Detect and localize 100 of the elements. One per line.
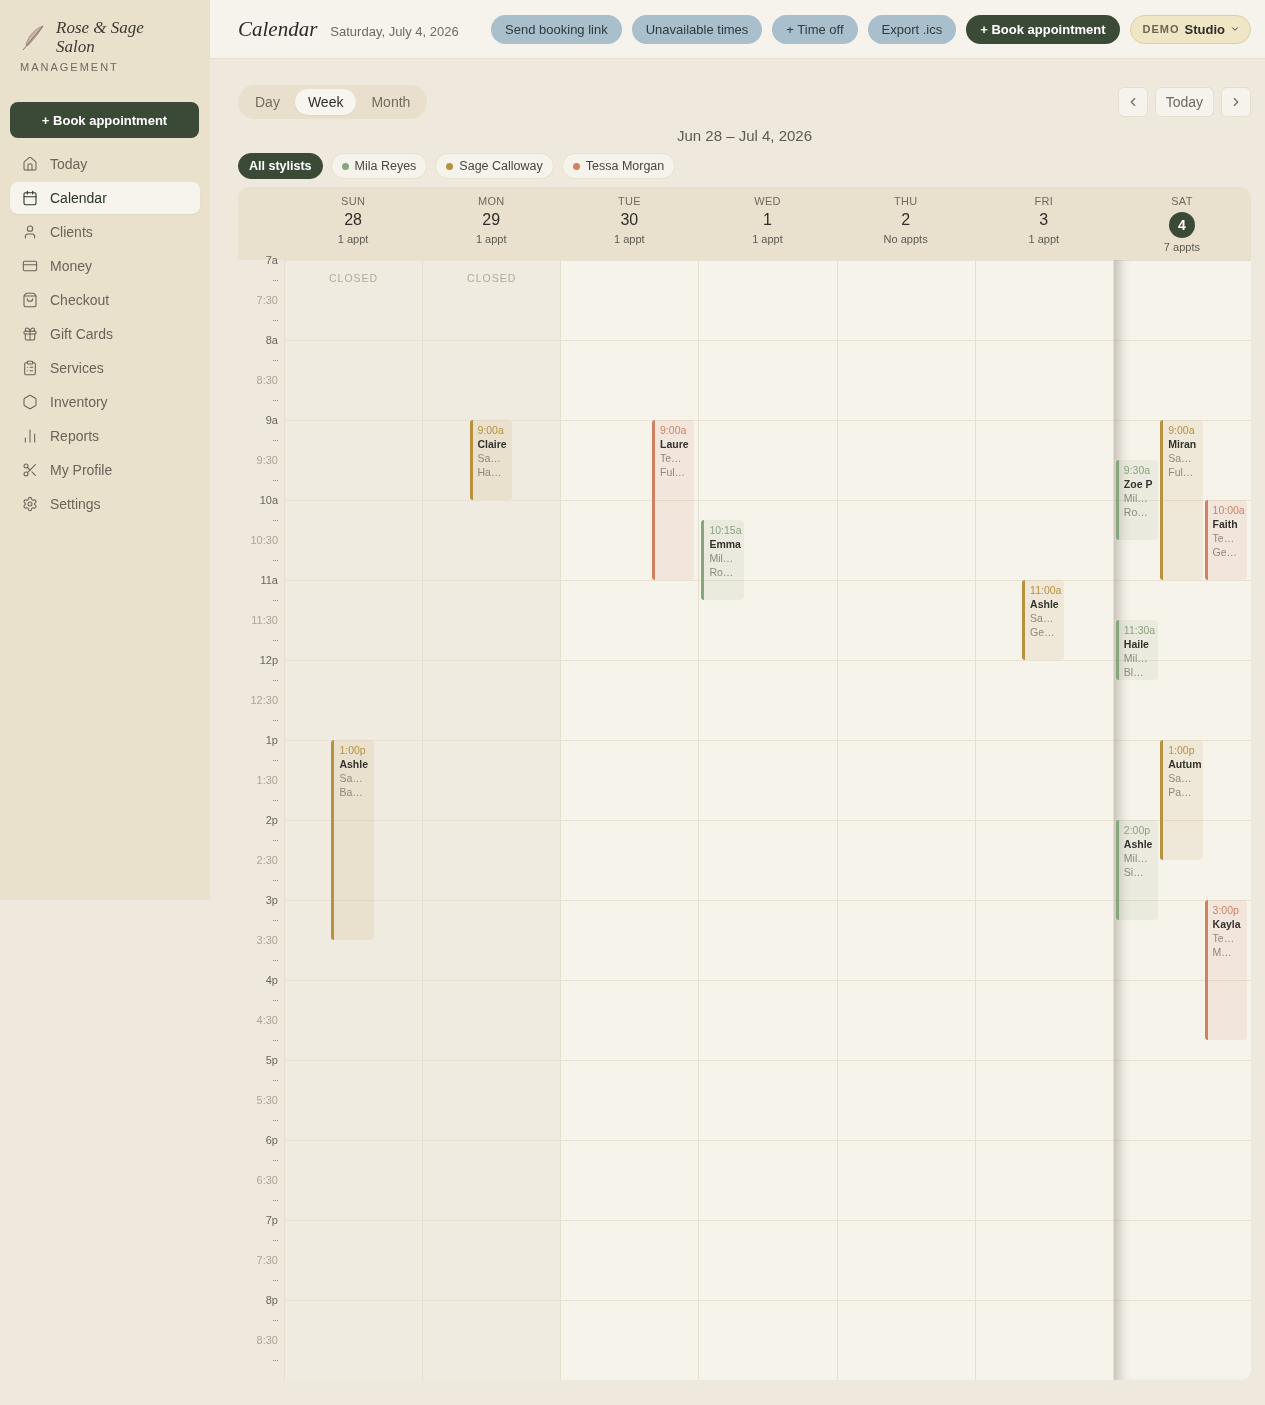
appointment-card[interactable]: 2:00p Ashle Mil… Si… <box>1115 820 1159 920</box>
appointment-card[interactable]: 1:00p Ashle Sa… Ba… <box>331 740 374 940</box>
nav-item[interactable]: Gift Cards <box>10 318 200 350</box>
next-button[interactable] <box>1221 87 1251 117</box>
time-label: 3p <box>265 893 278 908</box>
service-name: Ge… <box>1212 545 1238 559</box>
toolbar-button[interactable]: Send booking link <box>491 14 622 44</box>
weekday-label: THU <box>893 195 918 208</box>
studio-switcher[interactable]: DEMO Studio <box>1129 14 1251 44</box>
stylist-name: Sa… <box>1168 771 1192 785</box>
view-tab[interactable]: Day <box>242 89 293 115</box>
date-number: 30 <box>620 210 639 230</box>
stylist-name: Te… <box>1212 931 1235 945</box>
time-label: 3:30 <box>256 933 278 948</box>
date-range-title: Jun 28 – Jul 4, 2026 <box>676 127 813 145</box>
book-appointment-button[interactable]: + Book appointment <box>10 102 199 138</box>
toolbar-button[interactable]: + Time off <box>772 14 858 44</box>
appointment-card[interactable]: 11:00a Ashle Sa… Ge… <box>1022 580 1065 660</box>
book-appointment-button[interactable]: + Book appointment <box>966 14 1120 44</box>
time-label: 9:30 <box>256 453 278 468</box>
appointment-card[interactable]: 9:00a Miran Sa… Ful… <box>1160 420 1203 580</box>
appointment-card[interactable]: 11:30a Haile Mil… Bl… <box>1115 620 1159 680</box>
closed-label: CLOSED <box>467 272 517 285</box>
appointment-time: 9:00a <box>660 423 687 437</box>
quarter-tick <box>273 679 278 681</box>
quarter-tick <box>273 1159 278 1161</box>
nav-item[interactable]: Checkout <box>10 284 200 316</box>
appointment-time: 10:15a <box>709 523 742 537</box>
toolbar-button[interactable]: Export .ics <box>867 14 957 44</box>
weekday-label: WED <box>754 195 781 208</box>
stylist-filter-chip[interactable]: All stylists <box>238 153 323 179</box>
service-name: Ro… <box>709 565 734 579</box>
service-name: Ro… <box>1123 505 1148 519</box>
appointment-card[interactable]: 10:15a Emma Mil… Ro… <box>701 520 744 600</box>
date-number: 3 <box>1039 210 1049 230</box>
appointment-count: 1 appt <box>614 232 645 246</box>
nav-item[interactable]: My Profile <box>10 454 200 486</box>
time-label: 6:30 <box>256 1173 278 1188</box>
time-label: 1:30 <box>256 773 278 788</box>
appointment-count: 1 appt <box>337 232 369 246</box>
date-number: 2 <box>901 210 911 230</box>
caret-icon <box>1230 24 1240 34</box>
quarter-tick <box>273 759 278 761</box>
time-label: 5p <box>265 1053 278 1068</box>
nav-item[interactable]: Today <box>10 148 200 180</box>
stylist-name: Sa… <box>1030 611 1054 625</box>
appointment-card[interactable]: 9:30a Zoe P Mil… Ro… <box>1115 460 1159 540</box>
stylist-name: Sa… <box>339 771 363 785</box>
page-title: Calendar <box>238 16 318 42</box>
nav-item[interactable]: Inventory <box>10 386 200 418</box>
service-name: M… <box>1212 945 1232 959</box>
nav-item[interactable]: Clients <box>10 216 200 248</box>
appointment-card[interactable]: 9:00a Claire Sa… Ha… <box>469 420 512 500</box>
service-name: Pa… <box>1168 785 1192 799</box>
quarter-tick <box>273 1119 278 1121</box>
nav-item[interactable]: Reports <box>10 420 200 452</box>
stylist-filter-chip[interactable]: Sage Calloway <box>435 153 554 179</box>
appointment-card[interactable]: 3:00p Kayla Te… M… <box>1204 900 1247 1040</box>
nav-item[interactable]: Settings <box>10 488 200 520</box>
client-name: Zoe P <box>1123 477 1153 491</box>
quarter-tick <box>273 399 278 401</box>
appointment-time: 11:00a <box>1030 583 1062 597</box>
quarter-tick <box>273 1079 278 1081</box>
nav-item[interactable]: Calendar <box>10 182 200 214</box>
appointment-card[interactable]: 10:00a Faith Te… Ge… <box>1204 500 1247 580</box>
appointment-time: 1:00p <box>1168 743 1195 757</box>
time-label: 2p <box>265 813 278 828</box>
appointment-time: 9:30a <box>1123 463 1151 477</box>
today-button[interactable]: Today <box>1154 87 1214 117</box>
view-tab[interactable]: Month <box>358 89 424 115</box>
appointment-card[interactable]: 1:00p Autum Sa… Pa… <box>1160 740 1203 860</box>
stylist-filter-chip[interactable]: Tessa Morgan <box>561 153 676 179</box>
previous-button[interactable] <box>1117 87 1148 117</box>
stylist-name: Sa… <box>1168 451 1192 465</box>
stylist-filter-chip[interactable]: Mila Reyes <box>330 153 428 179</box>
time-label: 4p <box>265 973 278 988</box>
stylist-name: Mil… <box>1123 851 1148 865</box>
quarter-tick <box>273 1039 278 1041</box>
client-name: Kayla <box>1212 917 1241 931</box>
client-name: Faith <box>1212 517 1238 531</box>
stylist-name: Te… <box>1212 531 1235 545</box>
clipboard-icon <box>22 360 38 376</box>
toolbar-button[interactable]: Unavailable times <box>631 14 763 44</box>
stylist-name: Mil… <box>709 551 734 565</box>
appointment-time: 10:00a <box>1212 503 1245 517</box>
nav-item[interactable]: Services <box>10 352 200 384</box>
calendar-icon <box>22 190 38 206</box>
appointment-count: 1 appt <box>1028 232 1060 246</box>
weekday-label: SUN <box>341 195 366 208</box>
feather-logo-icon <box>22 25 44 51</box>
nav-item[interactable]: Money <box>10 250 200 282</box>
client-name: Claire <box>477 437 507 451</box>
stylist-name: Mil… <box>1123 651 1148 665</box>
date-number: 28 <box>344 210 362 230</box>
time-label: 11a <box>260 573 278 588</box>
view-tab[interactable]: Week <box>294 89 357 115</box>
appointment-time: 9:00a <box>1168 423 1195 437</box>
appointment-card[interactable]: 9:00a Laure Te… Ful… <box>652 420 695 580</box>
time-label: 8a <box>265 333 278 348</box>
weekday-label: FRI <box>1034 195 1054 208</box>
